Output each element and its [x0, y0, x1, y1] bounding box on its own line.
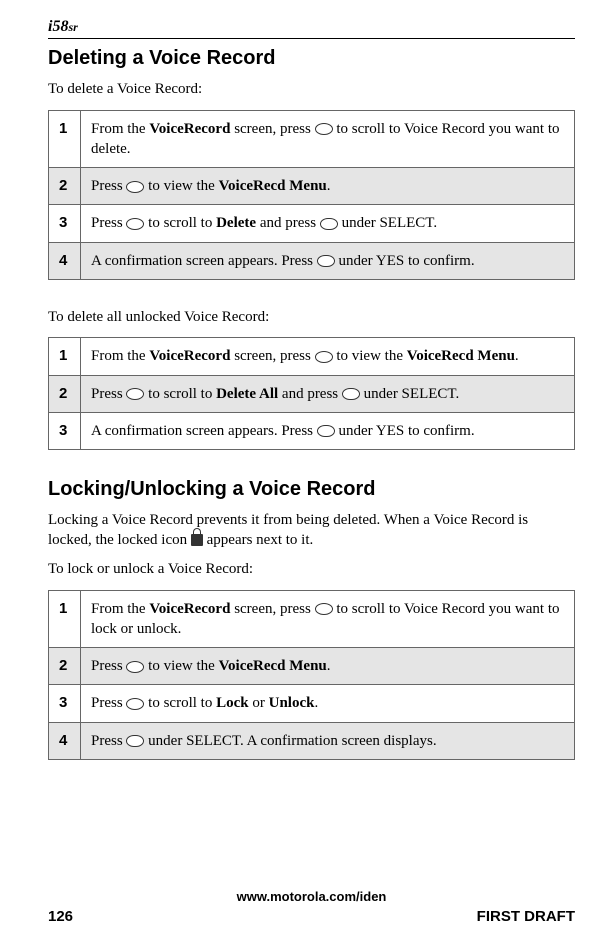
step-text: From the VoiceRecord screen, press to sc… — [81, 590, 575, 648]
step-row: 3Press to scroll to Delete and press und… — [49, 205, 575, 242]
step-text: Press to scroll to Delete All and press … — [81, 375, 575, 412]
step-number: 4 — [49, 242, 81, 279]
lock-heading: Locking/Unlocking a Voice Record — [48, 478, 575, 501]
logo-suffix: sr — [68, 20, 77, 34]
scroll-key-icon — [126, 388, 144, 400]
bold-term: VoiceRecord — [149, 601, 230, 617]
step-text: Press to view the VoiceRecd Menu. — [81, 648, 575, 685]
step-text: From the VoiceRecord screen, press to sc… — [81, 110, 575, 168]
step-row: 1From the VoiceRecord screen, press to s… — [49, 590, 575, 648]
step-row: 1From the VoiceRecord screen, press to s… — [49, 110, 575, 168]
step-number: 3 — [49, 205, 81, 242]
bold-term: VoiceRecd Menu — [407, 348, 515, 364]
step-number: 3 — [49, 412, 81, 449]
delete-intro: To delete a Voice Record: — [48, 80, 575, 100]
step-text: Press under SELECT. A confirmation scree… — [81, 722, 575, 759]
bold-term: Delete All — [216, 386, 278, 402]
scroll-key-icon — [126, 218, 144, 230]
step-row: 2Press to view the VoiceRecd Menu. — [49, 648, 575, 685]
step-row: 4A confirmation screen appears. Press un… — [49, 242, 575, 279]
bold-term: VoiceRecord — [149, 121, 230, 137]
bold-term: VoiceRecd Menu — [219, 178, 327, 194]
draft-status: FIRST DRAFT — [477, 908, 575, 925]
scroll-key-icon — [315, 123, 333, 135]
step-number: 2 — [49, 168, 81, 205]
bold-term: Delete — [216, 215, 256, 231]
delete-all-steps-table: 1From the VoiceRecord screen, press to v… — [48, 337, 575, 450]
step-row: 2Press to scroll to Delete All and press… — [49, 375, 575, 412]
menu-key-icon — [126, 181, 144, 193]
scroll-key-icon — [126, 698, 144, 710]
step-row: 3Press to scroll to Lock or Unlock. — [49, 685, 575, 722]
step-row: 4Press under SELECT. A confirmation scre… — [49, 722, 575, 759]
bold-term: Unlock — [269, 695, 315, 711]
lock-text-after: appears next to it. — [203, 532, 313, 548]
bold-term: VoiceRecord — [149, 348, 230, 364]
btn-key-icon — [317, 255, 335, 267]
step-number: 4 — [49, 722, 81, 759]
step-text: Press to view the VoiceRecd Menu. — [81, 168, 575, 205]
step-text: Press to scroll to Delete and press unde… — [81, 205, 575, 242]
step-number: 1 — [49, 110, 81, 168]
lock-steps-table: 1From the VoiceRecord screen, press to s… — [48, 590, 575, 760]
delete-all-intro: To delete all unlocked Voice Record: — [48, 308, 575, 328]
step-number: 1 — [49, 590, 81, 648]
logo-model: i58 — [48, 18, 68, 35]
scroll-key-icon — [315, 603, 333, 615]
step-row: 3A confirmation screen appears. Press un… — [49, 412, 575, 449]
step-number: 1 — [49, 338, 81, 375]
page-number: 126 — [48, 908, 73, 925]
delete-steps-table: 1From the VoiceRecord screen, press to s… — [48, 110, 575, 280]
delete-heading: Deleting a Voice Record — [48, 47, 575, 70]
btn-key-icon — [317, 425, 335, 437]
lock-icon — [191, 534, 203, 546]
step-text: Press to scroll to Lock or Unlock. — [81, 685, 575, 722]
btn-key-icon — [342, 388, 360, 400]
step-row: 2Press to view the VoiceRecd Menu. — [49, 168, 575, 205]
btn-key-icon — [320, 218, 338, 230]
lock-description: Locking a Voice Record prevents it from … — [48, 511, 575, 550]
step-text: A confirmation screen appears. Press und… — [81, 412, 575, 449]
step-row: 1From the VoiceRecord screen, press to v… — [49, 338, 575, 375]
lock-intro: To lock or unlock a Voice Record: — [48, 560, 575, 580]
step-number: 3 — [49, 685, 81, 722]
header-divider — [48, 38, 575, 39]
menu-key-icon — [315, 351, 333, 363]
footer-url: www.motorola.com/iden — [48, 889, 575, 904]
step-text: From the VoiceRecord screen, press to vi… — [81, 338, 575, 375]
step-number: 2 — [49, 375, 81, 412]
step-text: A confirmation screen appears. Press und… — [81, 242, 575, 279]
step-number: 2 — [49, 648, 81, 685]
menu-key-icon — [126, 661, 144, 673]
device-logo: i58sr — [48, 18, 575, 36]
btn-key-icon — [126, 735, 144, 747]
page-footer: www.motorola.com/iden 126 FIRST DRAFT — [48, 889, 575, 925]
bold-term: VoiceRecd Menu — [219, 658, 327, 674]
bold-term: Lock — [216, 695, 249, 711]
